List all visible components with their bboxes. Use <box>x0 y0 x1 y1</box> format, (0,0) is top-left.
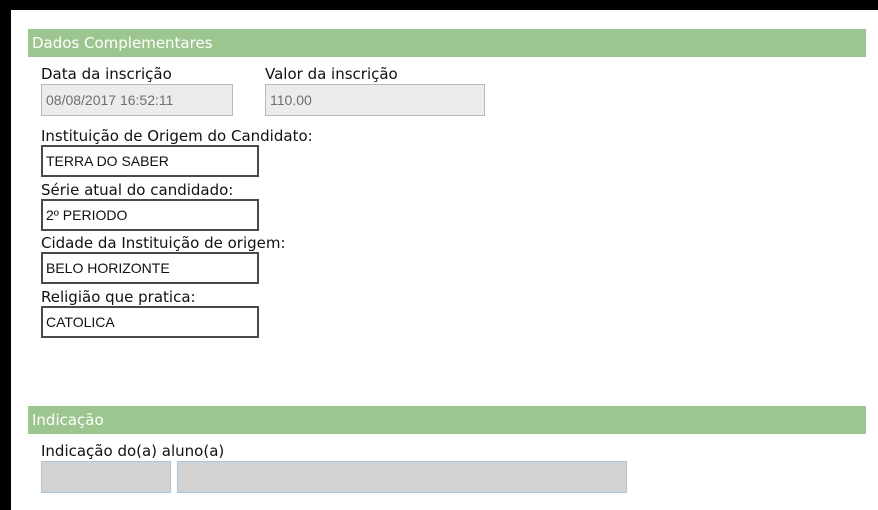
aluno-name-input[interactable] <box>177 461 627 493</box>
data-inscricao-label: Data da inscrição <box>41 65 172 83</box>
indicacao-aluno-label: Indicação do(a) aluno(a) <box>41 442 225 460</box>
cidade-input[interactable]: BELO HORIZONTE <box>41 252 259 284</box>
instituicao-label: Instituição de Origem do Candidato: <box>41 127 313 145</box>
valor-inscricao-field: 110.00 <box>265 84 485 116</box>
instituicao-input[interactable]: TERRA DO SABER <box>41 145 259 177</box>
valor-inscricao-label: Valor da inscrição <box>265 65 398 83</box>
religiao-label: Religião que pratica: <box>41 288 196 306</box>
serie-label: Série atual do candidado: <box>41 181 234 199</box>
data-inscricao-field: 08/08/2017 16:52:11 <box>41 84 233 116</box>
aluno-code-input[interactable] <box>41 461 171 493</box>
section-header-indicacao: Indicação <box>28 406 866 434</box>
serie-input[interactable]: 2º PERIODO <box>41 199 259 231</box>
section-header-dados-complementares: Dados Complementares <box>28 29 866 57</box>
religiao-input[interactable]: CATOLICA <box>41 306 259 338</box>
cidade-label: Cidade da Instituição de origem: <box>41 234 286 252</box>
